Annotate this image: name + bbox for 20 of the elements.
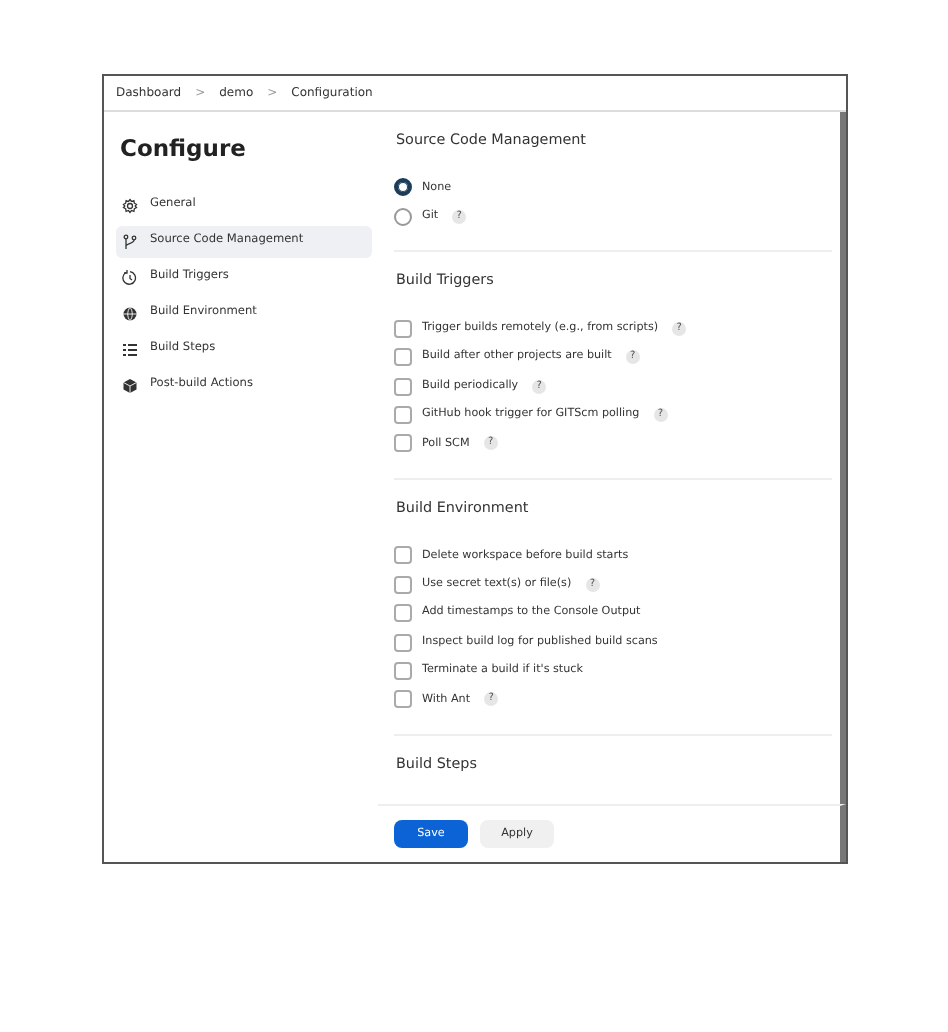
checkbox[interactable] xyxy=(394,319,412,338)
branch-icon xyxy=(122,233,138,250)
radio-button[interactable] xyxy=(394,207,412,226)
gear-icon xyxy=(122,197,138,214)
checkbox[interactable] xyxy=(394,575,412,594)
radio-button[interactable] xyxy=(394,178,412,197)
checkbox[interactable] xyxy=(394,348,412,367)
checkbox[interactable] xyxy=(394,434,412,453)
globe-icon xyxy=(122,305,138,322)
checkbox[interactable] xyxy=(394,661,412,680)
box-icon xyxy=(122,377,138,394)
page-title: Configure xyxy=(120,136,248,164)
checkbox[interactable] xyxy=(394,633,412,652)
checkbox[interactable] xyxy=(394,604,412,623)
clock-icon xyxy=(122,269,138,286)
list-icon xyxy=(122,341,138,358)
checkbox[interactable] xyxy=(394,405,412,424)
checkbox[interactable] xyxy=(394,377,412,396)
checkbox[interactable] xyxy=(394,690,412,709)
checkbox[interactable] xyxy=(394,546,412,565)
